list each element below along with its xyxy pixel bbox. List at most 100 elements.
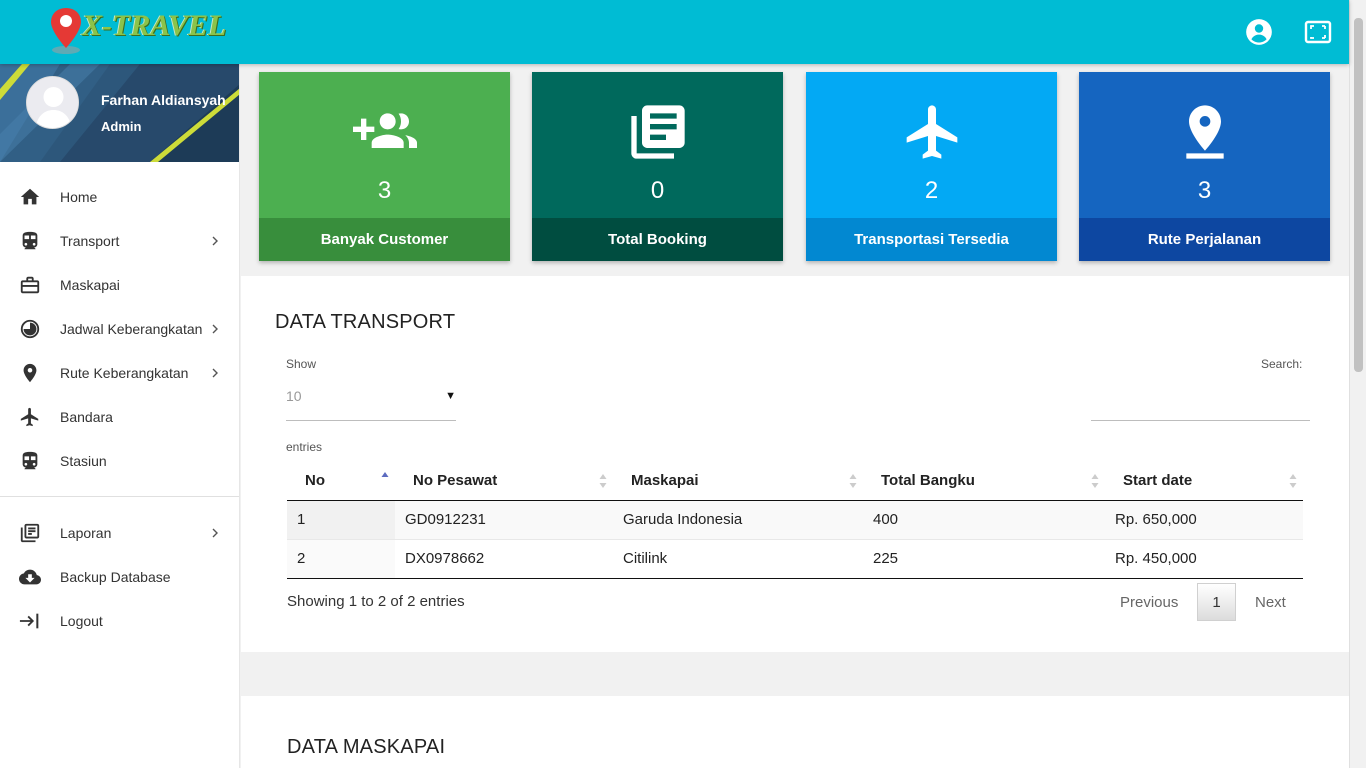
info-box-value: 3: [377, 177, 392, 204]
app-logo[interactable]: X-TRAVEL: [46, 6, 226, 56]
cloud-download-icon: [19, 569, 41, 585]
info-box-value: 0: [650, 177, 665, 204]
sidebar-item-transport[interactable]: Transport: [0, 219, 239, 263]
info-box-label: Banyak Customer: [259, 218, 510, 261]
user-avatar-icon: [27, 77, 78, 128]
page-length-value: 10: [286, 388, 302, 404]
location-pin-icon: [23, 363, 37, 383]
sort-both-icon: [1091, 474, 1099, 488]
info-box-body: 2: [806, 72, 1057, 218]
column-header-no[interactable]: No: [287, 461, 395, 501]
map-pin-logo-icon: [51, 8, 81, 54]
table-cell: GD0912231: [395, 500, 613, 540]
column-header-label: No: [305, 471, 325, 489]
transport-table: No No Pesawat Maskapai Total Bangku Star…: [287, 461, 1303, 579]
info-box-value: 2: [924, 177, 939, 204]
library-books-icon: [630, 105, 685, 159]
table-cell: DX0978662: [395, 539, 613, 579]
pagination-previous[interactable]: Previous: [1120, 594, 1178, 611]
sidebar: Farhan Aldiansyah Admin Home Transport M…: [0, 64, 240, 768]
table-cell: 1: [287, 500, 395, 540]
entries-label: entries: [286, 440, 323, 454]
briefcase-icon: [20, 276, 40, 294]
pagination-next[interactable]: Next: [1255, 594, 1286, 611]
table-cell: 225: [863, 539, 1105, 579]
table-cell: Citilink: [613, 539, 863, 579]
sort-both-icon: [1289, 474, 1297, 488]
logo-text: X-TRAVEL: [82, 9, 227, 42]
sidebar-item-backup-database[interactable]: Backup Database: [0, 555, 239, 599]
data-maskapai-card: DATA MASKAPAI: [241, 696, 1349, 768]
sidebar-item-jadwal-keberangkatan[interactable]: Jadwal Keberangkatan: [0, 307, 239, 351]
column-header-start-date[interactable]: Start date: [1105, 461, 1303, 501]
account-circle-icon[interactable]: [1245, 18, 1273, 46]
sidebar-item-logout[interactable]: Logout: [0, 599, 239, 643]
sidebar-item-label: Home: [60, 189, 98, 205]
dropdown-arrow-icon: ▼: [445, 390, 456, 402]
info-box-body: 0: [532, 72, 783, 218]
table-cell: Rp. 450,000: [1105, 539, 1303, 579]
sidebar-menu: Home Transport Maskapai Jadwal Keberangk…: [0, 162, 239, 483]
info-box-customer[interactable]: 3 Banyak Customer: [259, 72, 510, 261]
sidebar-item-label: Logout: [60, 613, 103, 629]
user-info-panel: Farhan Aldiansyah Admin: [0, 64, 239, 162]
sidebar-item-stasiun[interactable]: Stasiun: [0, 439, 239, 483]
sidebar-item-maskapai[interactable]: Maskapai: [0, 263, 239, 307]
sidebar-item-label: Laporan: [60, 525, 112, 541]
search-input[interactable]: [1091, 396, 1310, 421]
sidebar-item-label: Maskapai: [60, 277, 120, 293]
sidebar-divider: [0, 496, 239, 497]
info-box-label: Transportasi Tersedia: [806, 218, 1057, 261]
report-icon: [20, 523, 40, 543]
chevron-right-icon: [212, 324, 218, 334]
group-add-icon: [352, 113, 417, 148]
sort-ascending-icon: [381, 472, 389, 477]
table-cell: Rp. 650,000: [1105, 500, 1303, 540]
chevron-right-icon: [212, 368, 218, 378]
sidebar-item-label: Rute Keberangkatan: [60, 365, 189, 381]
info-box-label: Total Booking: [532, 218, 783, 261]
avatar: [26, 76, 79, 129]
table-cell: 400: [863, 500, 1105, 540]
sidebar-item-label: Bandara: [60, 409, 113, 425]
info-box-rute[interactable]: 3 Rute Perjalanan: [1079, 72, 1330, 261]
sidebar-item-label: Transport: [60, 233, 120, 249]
table-row[interactable]: 1 GD0912231 Garuda Indonesia 400 Rp. 650…: [287, 500, 1303, 540]
pin-drop-icon: [1185, 105, 1224, 159]
fullscreen-icon[interactable]: [1304, 18, 1332, 46]
column-header-total-bangku[interactable]: Total Bangku: [863, 461, 1105, 501]
info-box-label: Rute Perjalanan: [1079, 218, 1330, 261]
column-header-label: No Pesawat: [413, 471, 498, 489]
sidebar-item-home[interactable]: Home: [0, 175, 239, 219]
sidebar-item-label: Backup Database: [60, 569, 171, 585]
table-info: Showing 1 to 2 of 2 entries: [287, 593, 465, 610]
page-length-select[interactable]: 10 ▼: [286, 380, 456, 421]
info-box-booking[interactable]: 0 Total Booking: [532, 72, 783, 261]
user-name[interactable]: Farhan Aldiansyah: [101, 92, 226, 108]
user-role: Admin: [101, 119, 142, 134]
table-header-row: No No Pesawat Maskapai Total Bangku Star…: [287, 461, 1303, 501]
sort-both-icon: [599, 474, 607, 488]
sidebar-item-bandara[interactable]: Bandara: [0, 395, 239, 439]
table-row[interactable]: 2 DX0978662 Citilink 225 Rp. 450,000: [287, 539, 1303, 579]
main-content: 3 Banyak Customer 0 Total Booking 2 Tran…: [241, 64, 1349, 768]
pagination-page-current[interactable]: 1: [1197, 583, 1236, 621]
scrollbar-thumb[interactable]: [1354, 18, 1363, 372]
info-box-body: 3: [259, 72, 510, 218]
column-header-label: Start date: [1123, 471, 1193, 489]
airplane-icon: [20, 407, 39, 427]
page-scrollbar[interactable]: [1349, 0, 1366, 768]
info-box-transportasi[interactable]: 2 Transportasi Tersedia: [806, 72, 1057, 261]
sidebar-item-laporan[interactable]: Laporan: [0, 511, 239, 555]
table-cell: 2: [287, 539, 395, 579]
column-header-no-pesawat[interactable]: No Pesawat: [395, 461, 613, 501]
subway-icon: [22, 451, 38, 470]
card-title: DATA MASKAPAI: [287, 736, 446, 758]
top-app-bar: X-TRAVEL: [0, 0, 1349, 64]
column-header-label: Maskapai: [631, 471, 699, 489]
column-header-maskapai[interactable]: Maskapai: [613, 461, 863, 501]
chevron-right-icon: [212, 528, 218, 538]
sort-both-icon: [849, 474, 857, 488]
sidebar-item-rute-keberangkatan[interactable]: Rute Keberangkatan: [0, 351, 239, 395]
home-icon: [20, 188, 40, 205]
